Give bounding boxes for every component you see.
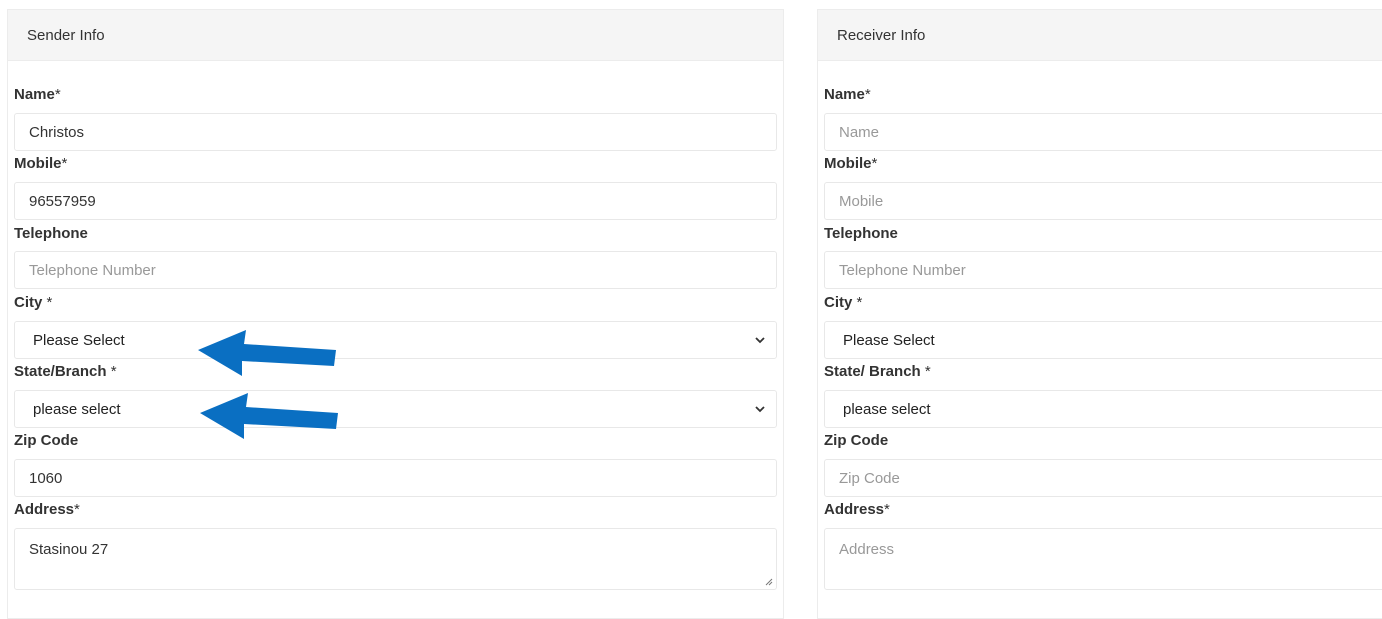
- receiver-city-label: City *: [824, 294, 863, 311]
- sender-info-panel: Sender Info Name* Christos Mobile* 96557…: [7, 9, 784, 619]
- sender-city-label: City *: [14, 294, 53, 311]
- sender-state-label: State/Branch *: [14, 363, 117, 380]
- sender-name-input[interactable]: Christos: [14, 113, 777, 151]
- receiver-state-select[interactable]: please select: [824, 390, 1382, 428]
- sender-info-title: Sender Info: [8, 10, 783, 61]
- sender-address-textarea[interactable]: Stasinou 27: [14, 528, 777, 590]
- receiver-address-textarea[interactable]: Address: [824, 528, 1382, 590]
- receiver-name-input[interactable]: Name: [824, 113, 1382, 151]
- receiver-address-label: Address*: [824, 501, 890, 518]
- receiver-info-panel: Receiver Info Name* Name Mobile* Mobile …: [817, 9, 1382, 619]
- sender-mobile-input[interactable]: 96557959: [14, 182, 777, 220]
- receiver-mobile-label: Mobile*: [824, 155, 878, 172]
- sender-zip-input[interactable]: 1060: [14, 459, 777, 497]
- arrow-left-icon: [198, 330, 336, 376]
- receiver-telephone-label: Telephone: [824, 225, 898, 242]
- sender-zip-label: Zip Code: [14, 432, 79, 449]
- receiver-zip-label: Zip Code: [824, 432, 889, 449]
- sender-name-label: Name*: [14, 86, 61, 103]
- sender-address-label: Address*: [14, 501, 80, 518]
- chevron-down-icon: [755, 406, 765, 413]
- chevron-down-icon: [755, 337, 765, 344]
- receiver-info-title: Receiver Info: [818, 10, 1382, 61]
- receiver-city-select[interactable]: Please Select: [824, 321, 1382, 359]
- sender-telephone-label: Telephone: [14, 225, 88, 242]
- sender-city-select[interactable]: Please Select: [14, 321, 777, 359]
- receiver-telephone-input[interactable]: Telephone Number: [824, 251, 1382, 289]
- receiver-zip-input[interactable]: Zip Code: [824, 459, 1382, 497]
- sender-state-select[interactable]: please select: [14, 390, 777, 428]
- arrow-left-icon: [200, 393, 338, 439]
- receiver-name-label: Name*: [824, 86, 871, 103]
- sender-mobile-label: Mobile*: [14, 155, 68, 172]
- receiver-mobile-input[interactable]: Mobile: [824, 182, 1382, 220]
- receiver-state-label: State/ Branch *: [824, 363, 931, 380]
- resize-grip-icon[interactable]: [763, 576, 773, 586]
- sender-telephone-input[interactable]: Telephone Number: [14, 251, 777, 289]
